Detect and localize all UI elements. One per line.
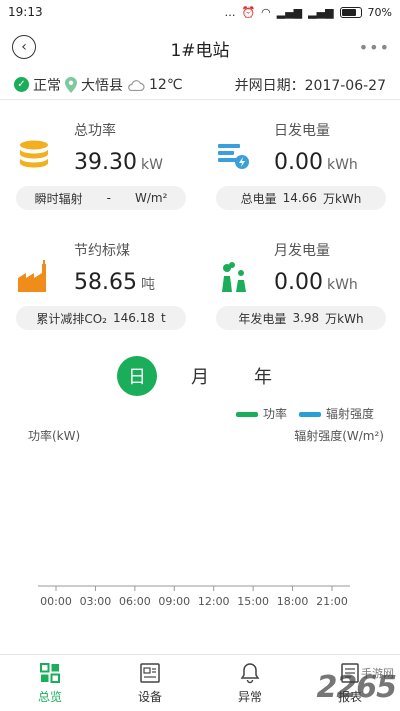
annual-energy-unit: 万kWh xyxy=(325,311,364,326)
total-power-label: 总功率 xyxy=(74,123,116,139)
status-bar: 19:13 … ⏰ ◠ ▂▄▆ ▂▄▆ 70% xyxy=(0,0,400,24)
grid-date: 并网日期：2017-06-27 xyxy=(235,75,386,95)
station-info-bar: ✓ 正常 大悟县 12℃ 并网日期：2017-06-27 xyxy=(0,70,400,100)
total-power-unit: kW xyxy=(140,157,163,173)
wifi-icon: ◠ xyxy=(261,5,271,19)
station-status: ✓ 正常 大悟县 12℃ xyxy=(14,75,183,95)
coal-saved-value-row: 58.65 吨 xyxy=(74,270,155,295)
monthly-generation-label: 月发电量 xyxy=(274,243,330,259)
status-indicators: … ⏰ ◠ ▂▄▆ ▂▄▆ 70% xyxy=(224,6,392,19)
x-tick-label: 12:00 xyxy=(198,595,230,608)
annual-energy-pill: 年发电量 3.98 万kWh xyxy=(216,306,386,330)
monthly-generation-unit: kWh xyxy=(326,277,358,293)
daily-generation-card: 日发电量 0.00 kWh 总电量 14.66 万kWh xyxy=(216,120,396,212)
legend-power: 功率 xyxy=(235,405,287,422)
battery-percent: 70% xyxy=(367,5,392,19)
co2-reduction-unit: t xyxy=(160,311,166,325)
total-power-value-row: 39.30 kW xyxy=(74,150,163,175)
power-plant-icon xyxy=(222,262,246,292)
location-text: 大悟县 xyxy=(81,77,123,94)
status-time: 19:13 xyxy=(8,5,43,19)
coal-saved-value: 58.65 xyxy=(74,270,137,295)
x-tick-label: 00:00 xyxy=(40,595,72,608)
tab-month[interactable]: 月 xyxy=(180,356,220,396)
database-icon xyxy=(20,140,48,168)
signal-icon: ▂▄▆ xyxy=(276,5,303,19)
monthly-generation-value: 0.00 xyxy=(274,270,323,295)
irradiance-pill: 瞬时辐射 - W/m² xyxy=(16,186,186,210)
check-circle-icon: ✓ xyxy=(14,77,29,92)
daily-generation-value-row: 0.00 kWh xyxy=(274,150,358,175)
co2-reduction-label: 累计减排CO₂ xyxy=(36,311,107,326)
battery-icon xyxy=(339,6,362,18)
alarm-bell-icon xyxy=(240,662,260,683)
nav-devices-label: 设备 xyxy=(137,689,162,704)
factory-icon xyxy=(18,260,46,292)
nav-alarms[interactable]: 异常 xyxy=(200,655,300,711)
x-tick-label: 21:00 xyxy=(316,595,348,608)
total-energy-pill: 总电量 14.66 万kWh xyxy=(216,186,386,210)
legend-irradiance-label: 辐射强度 xyxy=(325,407,374,421)
irradiance-unit: W/m² xyxy=(134,191,168,205)
signal-icon-2: ▂▄▆ xyxy=(308,5,334,19)
nav-devices[interactable]: 设备 xyxy=(100,655,200,711)
coal-saved-label: 节约标煤 xyxy=(74,243,130,259)
page-title: 1#电站 xyxy=(170,40,230,61)
x-tick-label: 18:00 xyxy=(277,595,309,608)
tab-year[interactable]: 年 xyxy=(243,356,283,396)
total-energy-unit: 万kWh xyxy=(322,191,362,206)
total-energy-label: 总电量 xyxy=(240,191,277,206)
nav-overview[interactable]: 总览 xyxy=(0,655,100,711)
co2-reduction-pill: 累计减排CO₂ 146.18 t xyxy=(16,306,186,330)
total-energy-value: 14.66 xyxy=(282,191,317,205)
watermark-logo: 2265 xyxy=(316,670,397,705)
monthly-generation-value-row: 0.00 kWh xyxy=(274,270,358,295)
power-chart: 00:00 03:00 06:00 09:00 12:00 15:00 18:00 21:00 xyxy=(38,585,350,608)
x-tick-label: 09:00 xyxy=(158,595,190,608)
x-tick-label: 15:00 xyxy=(237,595,269,608)
co2-reduction-value: 146.18 xyxy=(112,311,155,325)
back-arrow-icon: ‹ xyxy=(21,39,27,55)
tab-day[interactable]: 日 xyxy=(117,356,157,396)
device-icon xyxy=(140,662,160,683)
grid-date-label: 并网日期： xyxy=(234,77,305,94)
daily-generation-label: 日发电量 xyxy=(274,123,330,139)
x-tick-label: 06:00 xyxy=(119,595,151,608)
nav-alarms-label: 异常 xyxy=(237,689,262,704)
temperature-text: 12℃ xyxy=(149,76,183,93)
irradiance-value: - xyxy=(106,191,111,205)
legend-power-swatch xyxy=(235,412,258,417)
back-button[interactable]: ‹ xyxy=(12,35,36,59)
annual-energy-label: 年发电量 xyxy=(238,311,287,326)
total-power-value: 39.30 xyxy=(74,150,137,175)
daily-generation-value: 0.00 xyxy=(274,150,323,175)
chart-legend: 功率 辐射强度 xyxy=(235,405,374,422)
legend-power-label: 功率 xyxy=(262,407,287,421)
alarm-icon: ⏰ xyxy=(241,5,256,19)
more-options-button[interactable]: ••• xyxy=(359,38,390,57)
x-tick-label: 03:00 xyxy=(80,595,112,608)
energy-stack-icon xyxy=(218,144,249,169)
cloud-icon xyxy=(128,79,145,91)
location-pin-icon xyxy=(65,76,77,93)
coal-saved-unit: 吨 xyxy=(140,277,155,293)
total-power-card: 总功率 39.30 kW 瞬时辐射 - W/m² xyxy=(16,120,196,212)
period-tabs: 日 月 年 xyxy=(0,356,400,396)
daily-generation-unit: kWh xyxy=(326,157,358,173)
status-text: 正常 xyxy=(33,77,61,94)
legend-irradiance: 辐射强度 xyxy=(298,405,374,422)
annual-energy-value: 3.98 xyxy=(292,311,320,325)
monthly-generation-card: 月发电量 0.00 kWh 年发电量 3.98 万kWh xyxy=(216,240,396,332)
irradiance-label: 瞬时辐射 xyxy=(34,191,83,206)
overview-icon xyxy=(40,662,60,683)
x-axis-ticks: 00:00 03:00 06:00 09:00 12:00 15:00 18:00 21:00 xyxy=(40,586,348,608)
nav-overview-label: 总览 xyxy=(37,689,62,704)
grid-date-value: 2017-06-27 xyxy=(304,77,386,94)
app-header: ‹ 1#电站 ••• xyxy=(0,28,400,68)
more-notifications-icon: … xyxy=(224,5,236,19)
coal-saved-card: 节约标煤 58.65 吨 累计减排CO₂ 146.18 t xyxy=(16,240,196,332)
legend-irradiance-swatch xyxy=(298,412,321,417)
